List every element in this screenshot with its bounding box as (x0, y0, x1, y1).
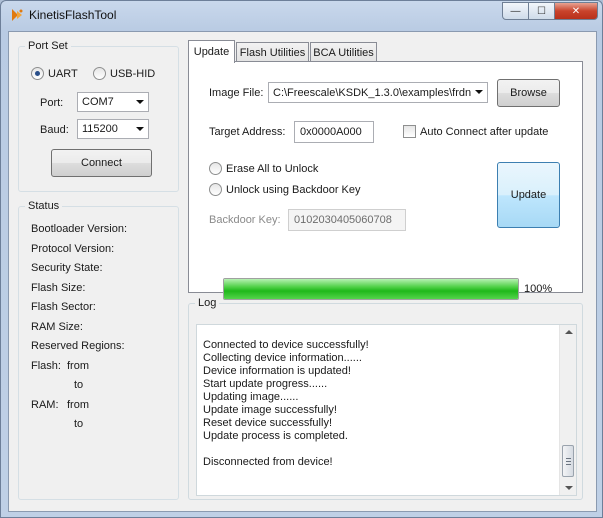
chevron-down-icon (475, 90, 483, 94)
log-line: Device information is updated! (203, 365, 351, 377)
close-button[interactable]: ✕ (554, 2, 598, 20)
status-title: Status (25, 200, 63, 212)
progress-percent: 100% (524, 283, 553, 295)
tab-bca-utilities[interactable]: BCA Utilities (310, 42, 377, 62)
bootloader-version-label: Bootloader Version: (31, 223, 128, 235)
auto-connect-box[interactable] (403, 125, 416, 138)
minimize-button[interactable]: — (502, 2, 529, 20)
uart-radio-button[interactable] (31, 67, 44, 80)
tab-update[interactable]: Update (188, 40, 235, 63)
progress-fill (224, 279, 518, 299)
log-line: Update process is completed. (203, 430, 348, 442)
connect-button[interactable]: Connect (51, 149, 152, 177)
backdoor-key-input: 0102030405060708 (288, 209, 406, 231)
log-lines: Connected to device successfully! Collec… (203, 339, 369, 469)
reserved-regions-label: Reserved Regions: (31, 340, 125, 352)
ram-from-label: from (67, 399, 89, 411)
log-line: Updating image...... (203, 391, 299, 403)
target-address-label: Target Address: (209, 126, 286, 138)
erase-all-label: Erase All to Unlock (226, 162, 319, 175)
uart-radio[interactable]: UART (31, 67, 78, 80)
uart-label: UART (48, 67, 78, 80)
log-group: Log Connected to device successfully! Co… (188, 297, 583, 500)
ram-region-label: RAM: (31, 399, 59, 411)
backdoor-radio[interactable]: Unlock using Backdoor Key (209, 183, 361, 196)
maximize-button[interactable]: ☐ (528, 2, 555, 20)
image-file-label: Image File: (209, 87, 264, 99)
image-file-value: C:\Freescale\KSDK_1.3.0\examples\frdn (273, 86, 472, 99)
log-scrollbar[interactable] (559, 325, 576, 495)
window-controls: — ☐ ✕ (502, 2, 598, 20)
grip-line (566, 461, 571, 462)
client-area: Port Set UART USB-HID Port: COM7 Baud: 1… (8, 31, 597, 512)
flash-from-label: from (67, 360, 89, 372)
flash-sector-label: Flash Sector: (31, 301, 96, 313)
usbhid-radio-button[interactable] (93, 67, 106, 80)
backdoor-radio-button[interactable] (209, 183, 222, 196)
baud-dropdown[interactable]: 115200 (77, 119, 149, 139)
erase-all-radio-button[interactable] (209, 162, 222, 175)
app-icon (12, 9, 23, 21)
baud-value: 115200 (82, 123, 118, 135)
grip-line (566, 458, 571, 459)
usbhid-radio[interactable]: USB-HID (93, 67, 155, 80)
scroll-down-icon[interactable] (565, 486, 573, 490)
port-label: Port: (40, 97, 64, 109)
scrollbar-thumb[interactable] (562, 445, 574, 477)
ram-to-label: to (74, 418, 84, 430)
auto-connect-checkbox[interactable]: Auto Connect after update (403, 125, 548, 138)
log-line: Connected to device successfully! (203, 339, 369, 351)
security-state-label: Security State: (31, 262, 103, 274)
scroll-up-icon[interactable] (565, 330, 573, 334)
log-line: Disconnected from device! (203, 456, 333, 468)
flash-region-label: Flash: (31, 360, 61, 372)
log-line: Reset device successfully! (203, 417, 332, 429)
window-title: KinetisFlashTool (29, 8, 117, 22)
port-set-group: Port Set UART USB-HID Port: COM7 Baud: 1… (18, 40, 179, 192)
erase-all-radio[interactable]: Erase All to Unlock (209, 162, 318, 175)
target-address-input[interactable]: 0x0000A000 (294, 121, 374, 143)
grip-line (566, 464, 571, 465)
app-window: KinetisFlashTool — ☐ ✕ Port Set UART USB… (0, 0, 603, 518)
log-line: Collecting device information...... (203, 352, 362, 364)
backdoor-key-label: Backdoor Key: (209, 214, 281, 226)
update-progress-bar (223, 278, 519, 300)
browse-button[interactable]: Browse (497, 79, 560, 107)
chevron-down-icon (136, 100, 144, 104)
title-bar: KinetisFlashTool — ☐ ✕ (1, 1, 602, 29)
port-value: COM7 (82, 96, 114, 108)
usbhid-label: USB-HID (110, 67, 156, 80)
update-panel: Image File: C:\Freescale\KSDK_1.3.0\exam… (188, 61, 583, 300)
flash-to-label: to (74, 379, 84, 391)
baud-label: Baud: (40, 124, 69, 136)
log-title: Log (195, 297, 220, 309)
ram-size-label: RAM Size: (31, 321, 83, 333)
image-file-dropdown[interactable]: C:\Freescale\KSDK_1.3.0\examples\frdn (268, 82, 488, 103)
tab-flash-utilities[interactable]: Flash Utilities (236, 42, 309, 62)
protocol-version-label: Protocol Version: (31, 243, 115, 255)
log-textarea[interactable]: Connected to device successfully! Collec… (196, 324, 577, 496)
flash-size-label: Flash Size: (31, 282, 86, 294)
log-line: Update image successfully! (203, 404, 337, 416)
log-line: Start update progress...... (203, 378, 328, 390)
auto-connect-label: Auto Connect after update (420, 125, 549, 138)
update-button[interactable]: Update (497, 162, 560, 228)
chevron-down-icon (136, 127, 144, 131)
status-group: Status Bootloader Version: Protocol Vers… (18, 200, 179, 500)
port-set-title: Port Set (25, 40, 71, 52)
backdoor-label: Unlock using Backdoor Key (226, 183, 361, 196)
radio-selected-dot (35, 71, 40, 76)
port-dropdown[interactable]: COM7 (77, 92, 149, 112)
